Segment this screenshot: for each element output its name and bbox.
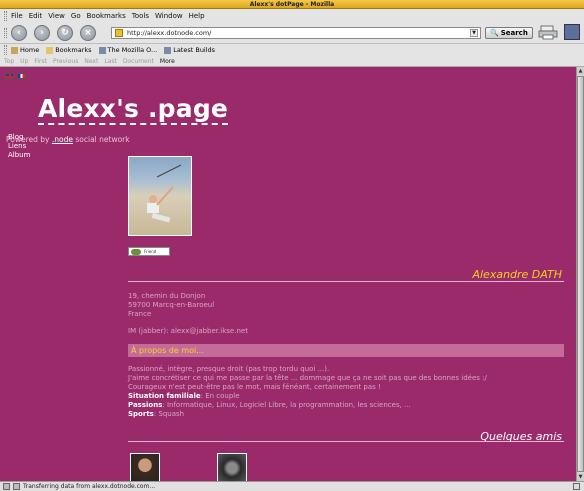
bookmark-home[interactable]: Home <box>11 46 39 54</box>
status-bar: Transferring data from alexx.dotnode.com… <box>0 481 584 491</box>
back-button[interactable]: ‹ <box>11 24 27 41</box>
menu-view[interactable]: View <box>48 12 65 20</box>
side-menu: Blog Liens Album <box>8 133 30 160</box>
bookmark-label: Bookmarks <box>55 46 92 54</box>
menu-edit[interactable]: Edit <box>29 12 43 20</box>
stop-button[interactable]: × <box>80 24 96 41</box>
fact-label: Passions <box>128 401 163 409</box>
about-heading: À propos de moi... <box>128 344 564 357</box>
scroll-up-icon[interactable]: ▲ <box>577 67 584 75</box>
security-lock-icon[interactable] <box>573 483 580 490</box>
mozilla-throbber-icon[interactable] <box>564 24 580 40</box>
site-title[interactable]: Alexx's .page <box>38 95 229 125</box>
online-status-icon[interactable] <box>3 483 10 490</box>
page-content: Alexx's .page Powered by .node social ne… <box>0 67 576 481</box>
node-link[interactable]: .node <box>52 135 73 144</box>
menu-help[interactable]: Help <box>189 12 205 20</box>
toolbar-grip[interactable] <box>4 45 7 55</box>
site-navigation-bar: Top Up First Previous Next Last Document… <box>0 56 584 67</box>
friend-badge[interactable]: Friend <box>128 247 170 256</box>
home-icon <box>11 46 18 54</box>
profile-photo <box>128 156 192 236</box>
search-icon: 🔍 <box>490 28 499 37</box>
sitenav-next[interactable]: Next <box>84 58 98 65</box>
side-menu-blog[interactable]: Blog <box>8 133 30 142</box>
sitenav-top[interactable]: Top <box>4 58 14 65</box>
friend-avatar[interactable] <box>217 453 247 481</box>
sitenav-up[interactable]: Up <box>20 58 28 65</box>
component-bar-icon[interactable] <box>13 483 20 490</box>
friend-avatar[interactable] <box>130 453 160 481</box>
url-bar[interactable]: http://alexx.dotnode.com/ ▼ <box>111 26 481 39</box>
search-button[interactable]: 🔍 Search <box>485 26 533 39</box>
side-menu-album[interactable]: Album <box>8 151 30 160</box>
fact-label: Situation familiale <box>128 392 201 400</box>
profile-photo-image <box>147 164 182 223</box>
about-line: Courageux n'est peut-être pas le mot, ma… <box>128 383 381 391</box>
bookmark-latest-builds[interactable]: Latest Builds <box>164 46 215 54</box>
status-text: Transferring data from alexx.dotnode.com… <box>23 483 156 490</box>
friends-heading: Quelques amis <box>480 430 562 443</box>
page-favicon-icon <box>115 28 123 37</box>
bookmark-mozilla-org[interactable]: The Mozilla O... <box>98 46 158 54</box>
menu-tools[interactable]: Tools <box>132 12 149 20</box>
badge-text: Friend <box>144 249 157 254</box>
divider <box>128 281 564 282</box>
bookmark-icon <box>164 46 172 54</box>
sitenav-last[interactable]: Last <box>104 58 117 65</box>
fact-row: Situation familiale: En couple <box>128 392 568 401</box>
sitenav-previous[interactable]: Previous <box>53 58 78 65</box>
about-text: Passionné, intègre, presque droit (pas t… <box>128 365 568 419</box>
window-title: Alexx's dotPage - Mozilla <box>0 0 584 9</box>
fact-value: : En couple <box>200 392 240 400</box>
menu-window[interactable]: Window <box>155 12 183 20</box>
fact-row: Passions: Informatique, Linux, Logiciel … <box>128 401 568 410</box>
powered-suffix: social network <box>75 135 130 144</box>
fact-label: Sports <box>128 410 154 418</box>
reload-button[interactable]: ↻ <box>57 24 73 41</box>
forward-button[interactable]: › <box>34 24 50 41</box>
scroll-down-icon[interactable]: ▼ <box>577 473 584 481</box>
menu-bar: File Edit View Go Bookmarks Tools Window… <box>0 9 584 22</box>
search-button-label: Search <box>500 28 528 37</box>
about-line: J'aime concrétiser ce qui me passe par l… <box>128 374 487 382</box>
im-contact: IM (jabber): alexx@jabber.ikse.net <box>128 327 248 335</box>
sitenav-first[interactable]: First <box>34 58 47 65</box>
menu-file[interactable]: File <box>11 12 23 20</box>
badge-icon <box>131 248 141 255</box>
profile-name: Alexandre DATH <box>472 268 562 281</box>
fact-value: : Squash <box>153 410 185 418</box>
bookmark-icon <box>98 46 106 54</box>
print-icon[interactable] <box>538 24 558 40</box>
bookmark-label: The Mozilla O... <box>107 46 158 54</box>
side-menu-liens[interactable]: Liens <box>8 142 30 151</box>
navigation-toolbar: ‹ › ↻ × http://alexx.dotnode.com/ ▼ 🔍 Se… <box>0 22 584 44</box>
toolbar-grip[interactable] <box>4 27 7 38</box>
menu-bookmarks[interactable]: Bookmarks <box>87 12 126 20</box>
address-line: 19, chemin du Donjon <box>128 292 206 300</box>
bookmark-label: Home <box>20 46 40 54</box>
fact-value: : Informatique, Linux, Logiciel Libre, l… <box>162 401 411 409</box>
toolbar-right <box>538 24 580 40</box>
address: 19, chemin du Donjon 59700 Marcq-en-Baro… <box>128 292 214 319</box>
french-flag-icon[interactable] <box>17 73 26 79</box>
menu-go[interactable]: Go <box>71 12 81 20</box>
url-text: http://alexx.dotnode.com/ <box>127 28 212 37</box>
url-dropdown-icon[interactable]: ▼ <box>470 28 478 37</box>
english-flag-icon[interactable] <box>5 73 14 79</box>
toolbar-grip[interactable] <box>4 10 7 21</box>
scrollbar-thumb[interactable] <box>577 76 584 472</box>
bookmarks-toolbar: Home Bookmarks The Mozilla O... Latest B… <box>0 44 584 56</box>
address-line: 59700 Marcq-en-Baroeul <box>128 301 215 309</box>
vertical-scrollbar[interactable]: ▲ ▼ <box>576 67 584 481</box>
about-line: Passionné, intègre, presque droit (pas t… <box>128 365 330 373</box>
address-line: France <box>128 310 152 318</box>
bookmark-label: Latest Builds <box>173 46 216 54</box>
language-flags <box>5 73 26 79</box>
sitenav-document[interactable]: Document <box>123 58 154 65</box>
folder-icon <box>46 46 54 54</box>
bookmark-bookmarks[interactable]: Bookmarks <box>46 46 92 54</box>
fact-row: Sports: Squash <box>128 410 568 419</box>
sitenav-more[interactable]: More <box>160 58 175 65</box>
